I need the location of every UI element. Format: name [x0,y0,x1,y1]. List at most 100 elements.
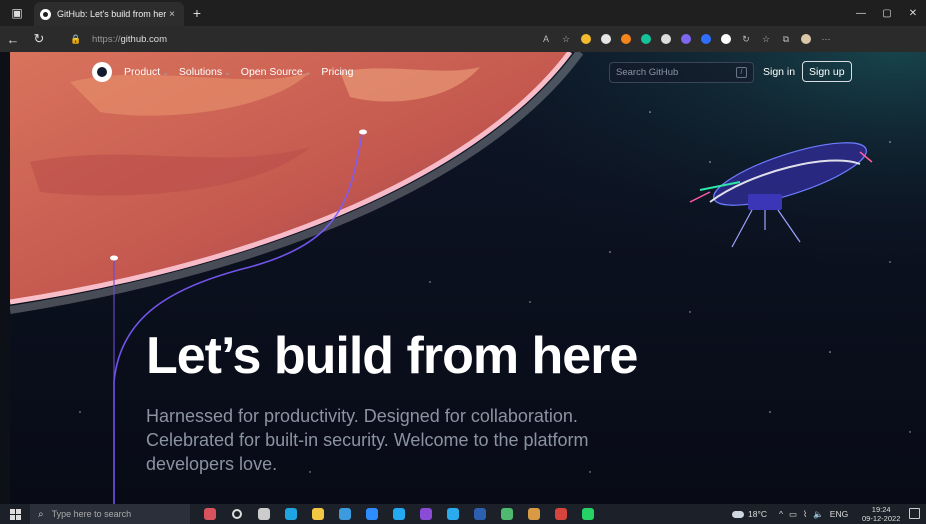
task-view-glyph [257,508,270,520]
github-homepage: Product ⌄ Solutions ⌄ Open Source ⌄ Pricing Se… [10,52,926,504]
favorites-add-icon[interactable]: ☆ [556,26,576,52]
grammarly-ext-icon[interactable] [636,26,656,52]
puzzle-ext-dot [601,34,611,44]
github-favicon-icon [40,8,51,20]
url-host: github.com [120,33,167,45]
cloud-icon [732,510,744,518]
powershell-glyph [473,508,486,520]
extension-toolbar: A ☆ ↻ ☆ ⧉ ··· [536,26,836,52]
telegram-glyph [446,508,459,520]
metamask-ext-icon[interactable] [616,26,636,52]
url-protocol: https:// [92,33,121,45]
edge-icon[interactable] [277,504,304,524]
package-icon[interactable] [520,504,547,524]
sign-in-link[interactable]: Sign in [763,66,795,78]
sign-up-button[interactable]: Sign up [802,61,852,82]
blue-ext-dot [701,34,711,44]
binance-ext-dot [581,34,591,44]
search-icon: ⌕ [38,508,44,520]
nav-item-open-source[interactable]: Open Source ⌄ [241,66,312,78]
system-tray: 18°C ^ ▭ ⌇ 🔈 ENG [732,504,854,524]
nav-item-label: Solutions [178,66,223,78]
nav-item-solutions[interactable]: Solutions ⌄ [179,66,231,78]
powershell-icon[interactable] [466,504,493,524]
news-widget-icon[interactable] [196,504,223,524]
taskbar-search-placeholder: Type here to search [51,509,132,519]
edge-glyph [284,508,297,520]
windows-logo-icon [9,508,21,520]
circle-ext-icon[interactable] [656,26,676,52]
back-button[interactable]: ← [0,26,26,52]
more-menu-icon[interactable]: ··· [816,26,836,52]
flower-ext-icon[interactable] [676,26,696,52]
refresh-ext-icon[interactable]: ↻ [736,26,756,52]
flower-ext-dot [681,34,691,44]
wifi-icon[interactable]: ⌇ [803,509,807,520]
nav-item-product[interactable]: Product ⌄ [124,66,169,78]
sourcetree-icon[interactable] [493,504,520,524]
task-view-icon[interactable] [250,504,277,524]
clock-time: 19:24 [871,505,891,514]
clock[interactable]: 19:24 09-12-2022 [862,505,900,523]
binance-ext-icon[interactable] [576,26,596,52]
zoom-icon[interactable] [358,504,385,524]
weather-widget[interactable]: 18°C [732,509,767,519]
volume-icon[interactable]: 🔈 [813,509,824,520]
language-indicator[interactable]: ENG [830,509,848,519]
clock-date: 09-12-2022 [862,514,901,523]
telegram-icon[interactable] [439,504,466,524]
lock-icon[interactable]: 🔒 [70,34,84,45]
metamask-ext-dot [621,34,631,44]
azure-data-glyph [338,508,351,520]
nav-item-label: Pricing [321,66,354,78]
collections-icon[interactable]: ⧉ [776,26,796,52]
azure-data-icon[interactable] [331,504,358,524]
profile-avatar-icon[interactable] [796,26,816,52]
refresh-button[interactable]: ↻ [26,26,52,52]
hero-title: Let’s build from here [146,327,638,385]
close-window-button[interactable]: ✕ [900,0,926,26]
new-tab-button[interactable]: + [184,5,210,21]
read-aloud-icon[interactable]: A [536,26,556,52]
profile-avatar-dot [801,34,811,44]
vlc-icon[interactable] [547,504,574,524]
github-logo-icon[interactable] [92,62,112,82]
chevron-down-icon: ⌄ [224,68,231,77]
taskbar-apps [196,504,601,524]
circle-ext-dot [661,34,671,44]
tab-bar: ▣ GitHub: Let's build from here · Gi × +… [0,0,926,26]
github-search-input[interactable]: Search GitHub / [609,62,754,83]
zoom-glyph [365,508,378,520]
minimize-button[interactable]: — [848,0,874,26]
start-button[interactable] [0,504,30,524]
chevron-down-icon: ⌄ [162,68,169,77]
tab-title: GitHub: Let's build from here · Gi [57,9,166,19]
tab-github[interactable]: GitHub: Let's build from here · Gi × [34,2,184,26]
nav-item-label: Product [124,66,161,78]
whatsapp-glyph [581,508,594,520]
vscode-icon[interactable] [385,504,412,524]
nav-item-pricing[interactable]: Pricing [321,66,353,78]
taskbar-search-input[interactable]: ⌕ Type here to search [30,504,190,524]
sourcetree-glyph [500,508,513,520]
tray-overflow-icon[interactable]: ^ [779,509,783,519]
whatsapp-icon[interactable] [574,504,601,524]
chevron-down-icon: ⌄ [304,68,312,77]
notifications-icon[interactable] [909,508,920,519]
cortana-glyph [231,509,242,519]
puzzle-ext-icon[interactable] [596,26,616,52]
square-ext-icon[interactable] [716,26,736,52]
grammarly-ext-dot [641,34,651,44]
url-field[interactable]: 🔒 https:// github.com [70,29,500,49]
tab-actions-icon[interactable]: ▣ [0,0,34,26]
favorites-icon[interactable]: ☆ [756,26,776,52]
maximize-button[interactable]: ▢ [874,0,900,26]
blue-ext-icon[interactable] [696,26,716,52]
vlc-glyph [554,508,567,520]
file-explorer-icon[interactable] [304,504,331,524]
github-desktop-icon[interactable] [412,504,439,524]
tab-close-icon[interactable]: × [166,9,178,20]
battery-icon[interactable]: ▭ [789,509,797,520]
cortana-icon[interactable] [223,504,250,524]
vscode-glyph [392,508,405,520]
